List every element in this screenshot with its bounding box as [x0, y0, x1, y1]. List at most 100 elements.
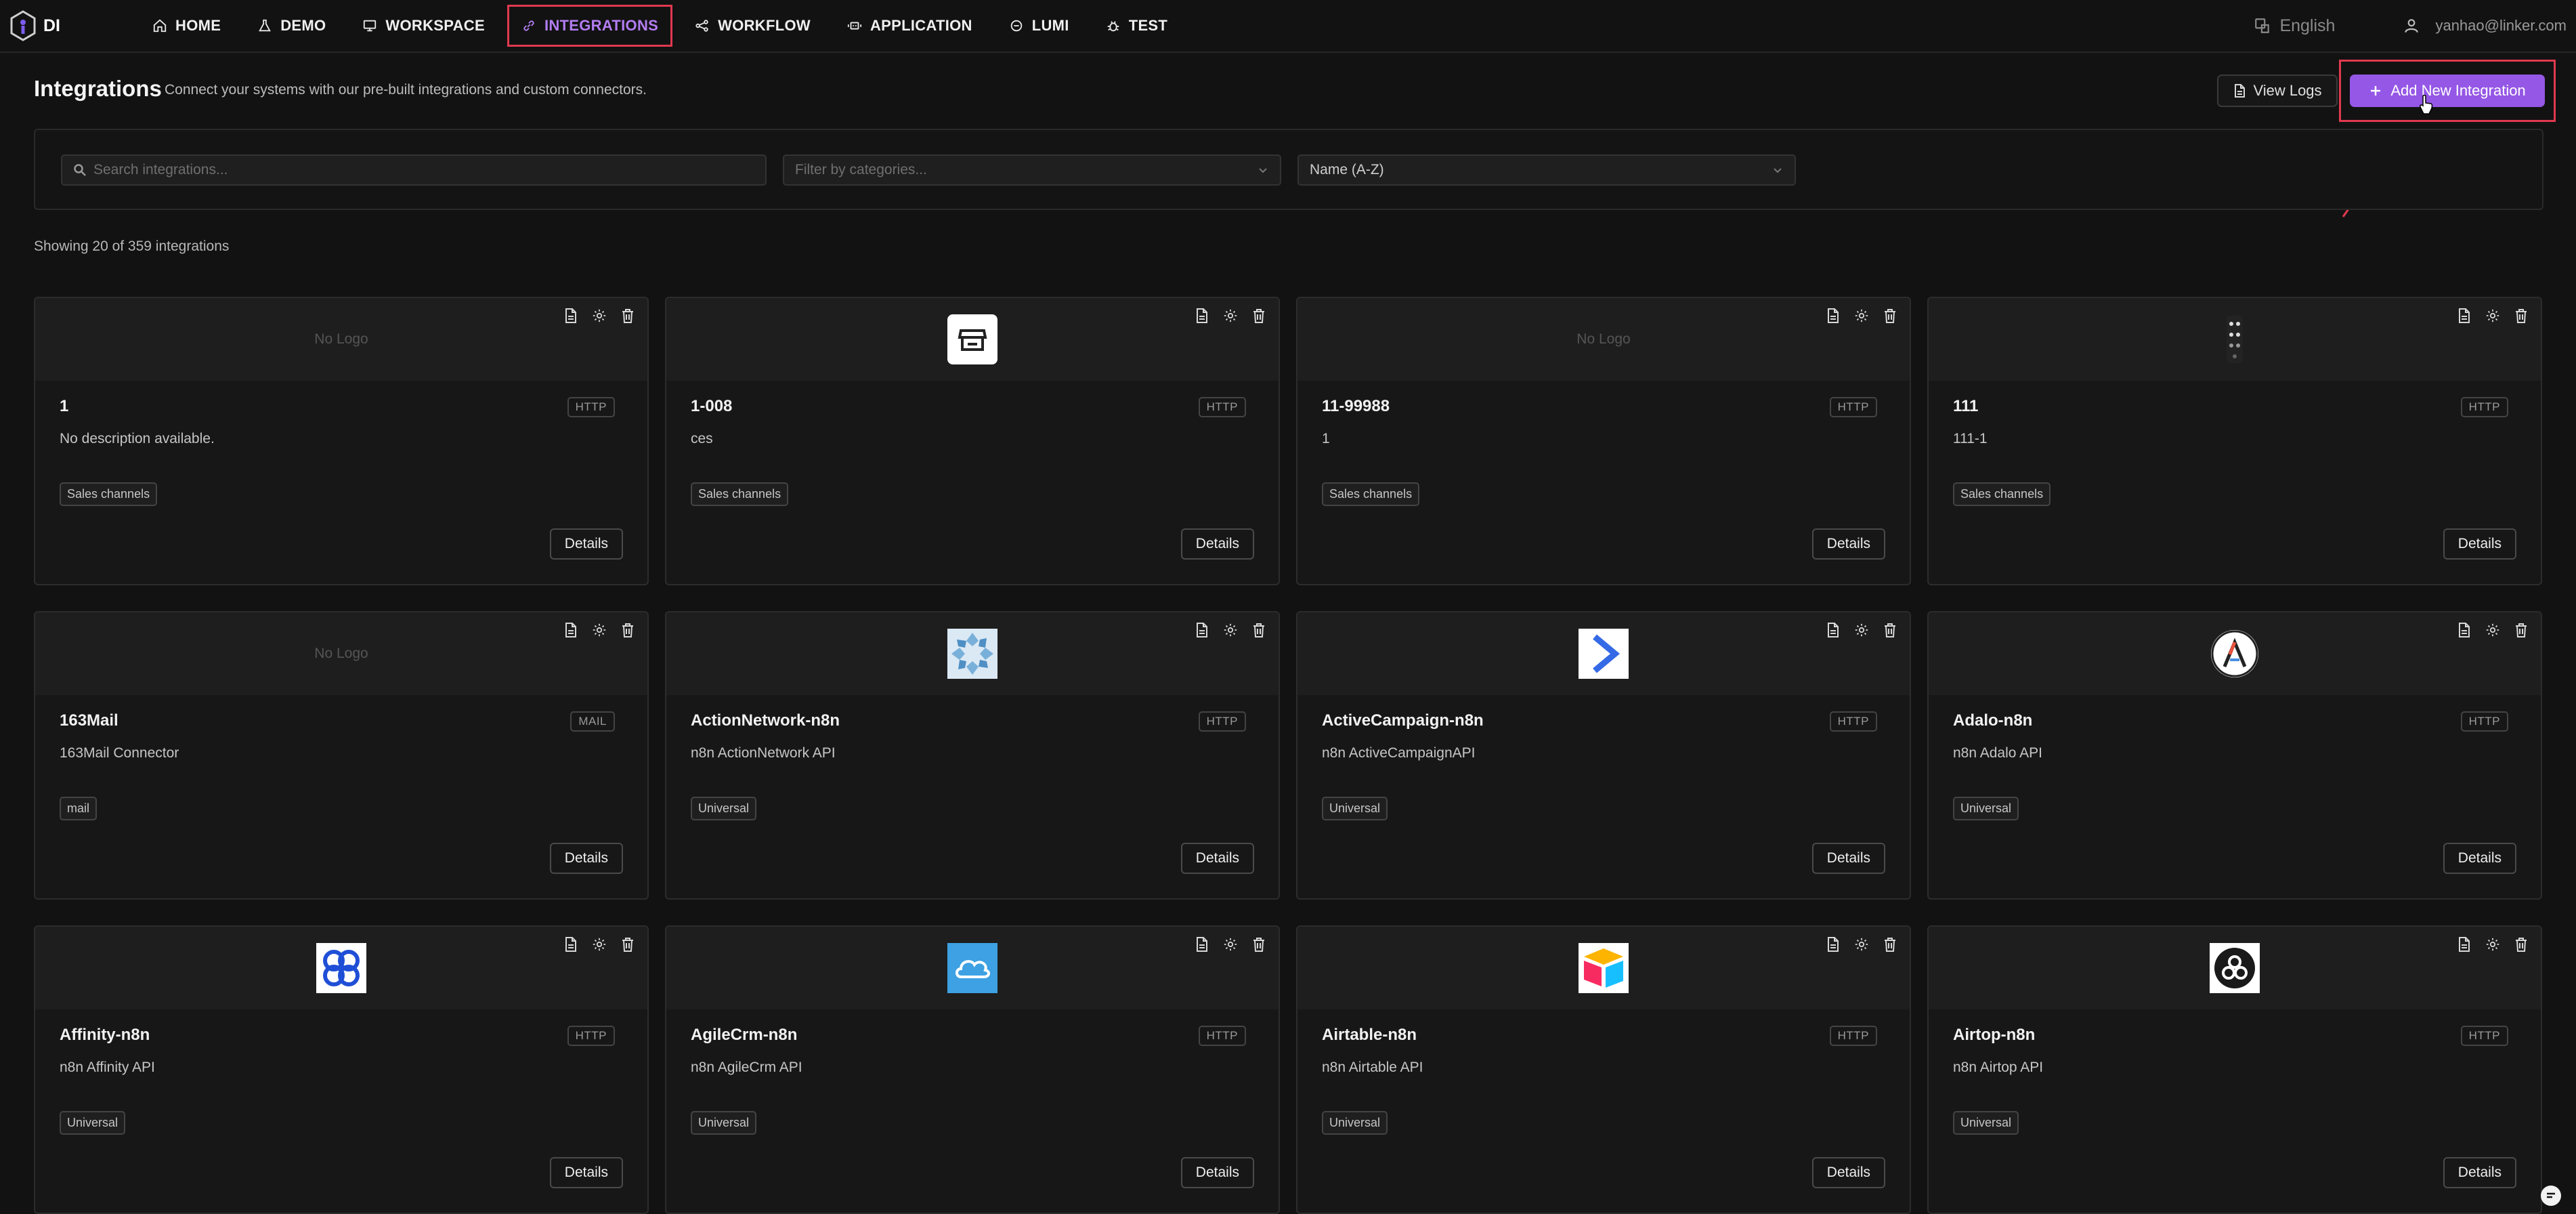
integration-card[interactable]: No Logo 1 HTTP No description available.…: [34, 297, 649, 585]
trash-icon[interactable]: [2514, 308, 2529, 324]
gear-icon[interactable]: [1854, 936, 1869, 953]
card-title: Affinity-n8n: [60, 1026, 150, 1044]
document-icon[interactable]: [1195, 308, 1209, 324]
add-new-integration-label: Add New Integration: [2390, 82, 2526, 99]
document-icon[interactable]: [1826, 622, 1841, 638]
details-button[interactable]: Details: [1811, 1157, 1885, 1188]
trash-icon[interactable]: [2514, 936, 2529, 953]
sort-select[interactable]: Name (A-Z): [1297, 154, 1796, 186]
document-icon[interactable]: [1195, 936, 1209, 953]
gear-icon[interactable]: [1854, 622, 1869, 638]
trash-icon[interactable]: [620, 308, 635, 324]
search-input[interactable]: Search integrations...: [61, 154, 767, 186]
mouse-cursor-icon: [2420, 95, 2433, 114]
details-button[interactable]: Details: [2443, 843, 2516, 874]
integration-card[interactable]: ActiveCampaign-n8n HTTP n8n ActiveCampai…: [1296, 611, 1911, 900]
gear-icon[interactable]: [592, 308, 607, 324]
details-button[interactable]: Details: [1180, 1157, 1254, 1188]
add-new-integration-button[interactable]: Add New Integration: [2350, 75, 2545, 107]
details-button[interactable]: Details: [1180, 843, 1254, 874]
card-actions: [563, 622, 635, 638]
nav-home[interactable]: HOME: [138, 5, 235, 47]
document-icon[interactable]: [1826, 308, 1841, 324]
details-button[interactable]: Details: [2443, 1157, 2516, 1188]
integration-card[interactable]: Airtop-n8n HTTP n8n Airtop API Universal…: [1927, 925, 2542, 1214]
gear-icon[interactable]: [592, 622, 607, 638]
gear-icon[interactable]: [1223, 622, 1238, 638]
nav-workspace[interactable]: WORKSPACE: [348, 5, 499, 47]
category-tag: Universal: [1322, 797, 1388, 820]
details-button[interactable]: Details: [1811, 528, 1885, 560]
gear-icon[interactable]: [2485, 936, 2500, 953]
category-tag: Universal: [1322, 1111, 1388, 1135]
protocol-badge: HTTP: [1829, 397, 1877, 417]
trash-icon[interactable]: [1883, 622, 1897, 638]
integration-card[interactable]: AgileCrm-n8n HTTP n8n AgileCrm API Unive…: [665, 925, 1280, 1214]
bug-icon: [1107, 21, 1119, 32]
integration-card[interactable]: No Logo 163Mail MAIL 163Mail Connector m…: [34, 611, 649, 900]
category-filter-select[interactable]: Filter by categories...: [783, 154, 1281, 186]
integration-card[interactable]: No Logo 11-99988 HTTP 1 Sales channels D…: [1296, 297, 1911, 585]
integration-card[interactable]: Airtable-n8n HTTP n8n Airtable API Unive…: [1296, 925, 1911, 1214]
nav-workflow[interactable]: WORKFLOW: [681, 5, 825, 47]
no-logo-text: No Logo: [1576, 331, 1631, 347]
nav-application[interactable]: APPLICATION: [833, 5, 987, 47]
airtop-icon: [2210, 943, 2260, 993]
view-logs-button[interactable]: View Logs: [2217, 75, 2338, 107]
gear-icon[interactable]: [592, 936, 607, 953]
trash-icon[interactable]: [620, 622, 635, 638]
trash-icon[interactable]: [1251, 308, 1266, 324]
integration-card[interactable]: 111 HTTP 111-1 Sales channels Details: [1927, 297, 2542, 585]
integration-card[interactable]: 1-008 HTTP ces Sales channels Details: [665, 297, 1280, 585]
dots-icon: [2210, 314, 2260, 364]
nav-demo[interactable]: DEMO: [243, 5, 340, 47]
page-subtitle: Connect your systems with our pre-built …: [165, 82, 647, 98]
trash-icon[interactable]: [2514, 622, 2529, 638]
document-icon[interactable]: [2457, 308, 2472, 324]
nav-lumi[interactable]: LUMI: [995, 5, 1083, 47]
details-button[interactable]: Details: [1180, 528, 1254, 560]
card-actions: [1826, 936, 1897, 953]
trash-icon[interactable]: [1883, 936, 1897, 953]
sort-value: Name (A-Z): [1310, 162, 1384, 177]
document-icon[interactable]: [1826, 936, 1841, 953]
chat-widget-icon[interactable]: [2539, 1184, 2562, 1207]
details-button[interactable]: Details: [2443, 528, 2516, 560]
nav-integrations[interactable]: INTEGRATIONS: [507, 5, 673, 47]
trash-icon[interactable]: [620, 936, 635, 953]
details-button[interactable]: Details: [549, 528, 623, 560]
nav-test[interactable]: TEST: [1092, 5, 1182, 47]
gear-icon[interactable]: [2485, 308, 2500, 324]
nav-test-label: TEST: [1128, 17, 1168, 34]
card-description: No description available.: [60, 431, 215, 446]
gear-icon[interactable]: [2485, 622, 2500, 638]
document-icon[interactable]: [1195, 622, 1209, 638]
card-logo-area: No Logo: [1297, 298, 1910, 381]
card-description: n8n Affinity API: [60, 1060, 155, 1075]
gear-icon[interactable]: [1854, 308, 1869, 324]
document-icon[interactable]: [2457, 622, 2472, 638]
details-button[interactable]: Details: [549, 843, 623, 874]
integration-card[interactable]: Adalo-n8n HTTP n8n Adalo API Universal D…: [1927, 611, 2542, 900]
protocol-badge: HTTP: [1198, 711, 1246, 732]
integration-card[interactable]: ActionNetwork-n8n HTTP n8n ActionNetwork…: [665, 611, 1280, 900]
card-title: Airtable-n8n: [1322, 1026, 1417, 1044]
gear-icon[interactable]: [1223, 936, 1238, 953]
integration-card[interactable]: Affinity-n8n HTTP n8n Affinity API Unive…: [34, 925, 649, 1214]
gear-icon[interactable]: [1223, 308, 1238, 324]
adalo-icon: [2210, 629, 2260, 679]
language-switcher[interactable]: English: [2254, 16, 2335, 36]
document-icon[interactable]: [2457, 936, 2472, 953]
details-button[interactable]: Details: [1811, 843, 1885, 874]
trash-icon[interactable]: [1883, 308, 1897, 324]
agilecrm-icon: [947, 943, 997, 993]
trash-icon[interactable]: [1251, 622, 1266, 638]
nav-home-label: HOME: [175, 17, 221, 34]
details-button[interactable]: Details: [549, 1157, 623, 1188]
brand[interactable]: DI: [9, 9, 138, 42]
document-icon[interactable]: [563, 622, 578, 638]
document-icon[interactable]: [563, 936, 578, 953]
user-menu[interactable]: yanhao@linker.com: [2403, 17, 2567, 35]
trash-icon[interactable]: [1251, 936, 1266, 953]
document-icon[interactable]: [563, 308, 578, 324]
